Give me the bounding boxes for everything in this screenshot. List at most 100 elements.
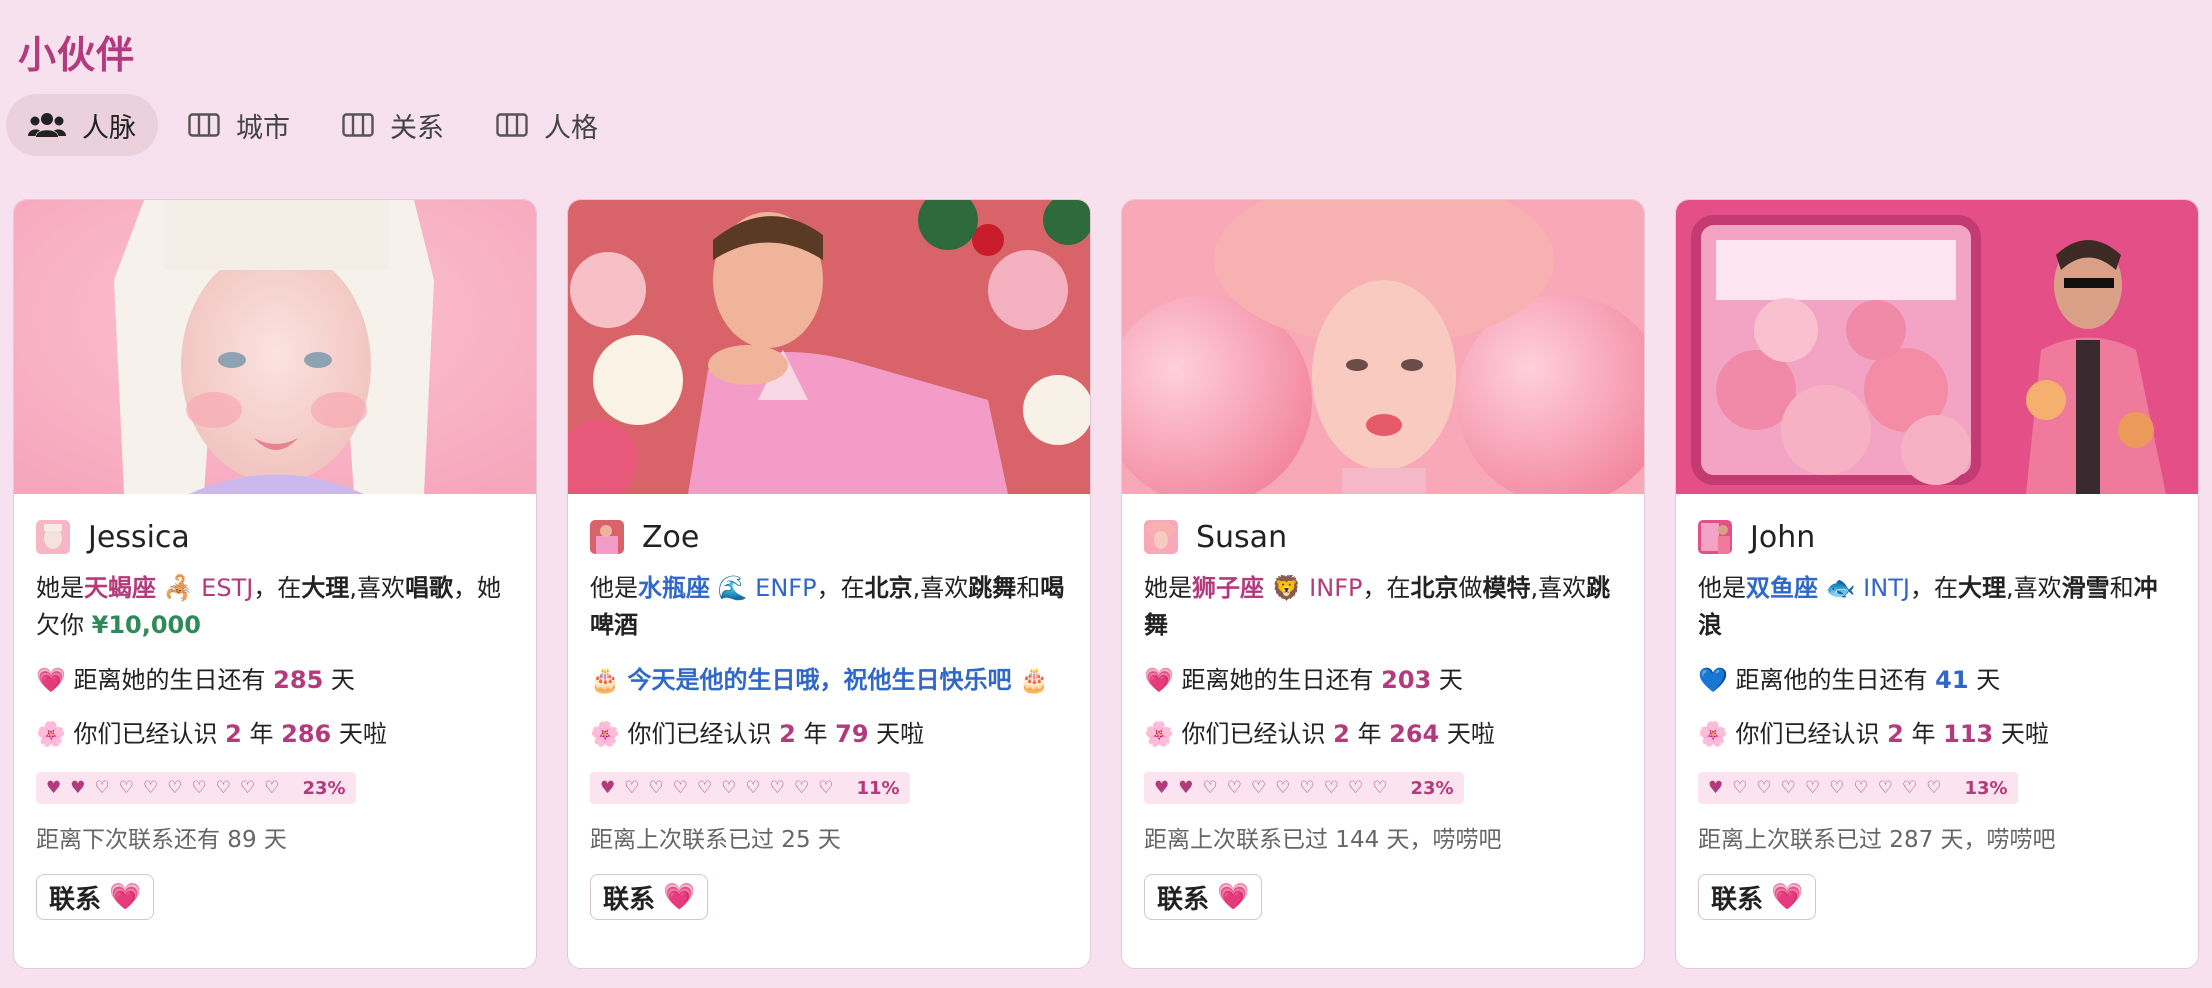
contact-button[interactable]: 联系 💗 [1698, 874, 1817, 920]
heart-outline-icon: ♡ [1251, 778, 1267, 798]
avatar [1698, 520, 1732, 554]
heart-outline-icon: ♡ [1348, 778, 1364, 798]
friend-card[interactable]: Zoe 他是水瓶座 🌊 ENFP，在北京,喜欢跳舞和喝啤酒 🎂 今天是他的生日哦… [567, 199, 1091, 969]
heart-icon: 💗 [1217, 882, 1250, 912]
heart-outline-icon: ♡ [118, 778, 134, 798]
portrait-photo [1122, 200, 1644, 494]
tab-personality[interactable]: 人格 [474, 94, 620, 156]
friend-description: 她是天蝎座 🦂 ESTJ，在大理,喜欢唱歌，她欠你 ¥10,000 [36, 574, 501, 639]
heart-outline-icon: ♡ [1202, 778, 1218, 798]
intimacy-meter: ♥ ♥ ♡ ♡ ♡ ♡ ♡ ♡ ♡ ♡ 23% [36, 772, 356, 804]
known-duration: 🌸 你们已经认识 2 年 113 天啦 [1698, 720, 2049, 748]
contact-button[interactable]: 联系 💗 [1144, 874, 1263, 920]
heart-filled-icon: ♥ [1154, 778, 1170, 798]
columns-icon [496, 112, 528, 138]
heart-outline-icon: ♡ [1926, 778, 1942, 798]
intimacy-percent: 23% [302, 777, 346, 799]
friend-name: Susan [1196, 519, 1288, 555]
known-duration: 🌸 你们已经认识 2 年 264 天啦 [1144, 720, 1495, 748]
avatar [36, 520, 70, 554]
portrait-photo [568, 200, 1090, 494]
heart-outline-icon: ♡ [143, 778, 159, 798]
intimacy-meter: ♥ ♡ ♡ ♡ ♡ ♡ ♡ ♡ ♡ ♡ 11% [590, 772, 910, 804]
birthday-countdown: 💗 距离她的生日还有 285 天 [36, 666, 355, 694]
heart-outline-icon: ♡ [191, 778, 207, 798]
heart-outline-icon: ♡ [745, 778, 761, 798]
heart-outline-icon: ♡ [240, 778, 256, 798]
avatar [1144, 520, 1178, 554]
tab-label: 人脉 [82, 112, 136, 144]
people-icon [28, 112, 66, 138]
friend-name: John [1750, 519, 1816, 555]
heart-filled-icon: ♥ [1178, 778, 1194, 798]
birthday-countdown: 💙 距离他的生日还有 41 天 [1698, 666, 2001, 694]
heart-filled-icon: ♥ [46, 778, 62, 798]
page-title: 小伙伴 [18, 33, 136, 77]
friend-name: Zoe [642, 519, 700, 555]
contact-button[interactable]: 联系 💗 [36, 874, 155, 920]
tab-label: 关系 [390, 112, 444, 144]
tab-relationship[interactable]: 关系 [320, 94, 466, 156]
heart-outline-icon: ♡ [167, 778, 183, 798]
heart-filled-icon: ♥ [1708, 778, 1724, 798]
intimacy-meter: ♥ ♥ ♡ ♡ ♡ ♡ ♡ ♡ ♡ ♡ 23% [1144, 772, 1464, 804]
heart-icon: 💗 [109, 882, 142, 912]
friend-description: 她是狮子座 🦁 INFP，在北京做模特,喜欢跳舞 [1144, 574, 1611, 639]
heart-icon: 💗 [663, 882, 696, 912]
columns-icon [188, 112, 220, 138]
heart-outline-icon: ♡ [1877, 778, 1893, 798]
heart-outline-icon: ♡ [697, 778, 713, 798]
contact-note: 距离上次联系已过 25 天 [590, 827, 841, 853]
heart-icon: 💗 [1771, 882, 1804, 912]
tab-label: 城市 [236, 112, 290, 144]
friend-card[interactable]: Susan 她是狮子座 🦁 INFP，在北京做模特,喜欢跳舞 💗 距离她的生日还… [1121, 199, 1645, 969]
known-duration: 🌸 你们已经认识 2 年 79 天啦 [590, 720, 925, 748]
heart-outline-icon: ♡ [1732, 778, 1748, 798]
heart-outline-icon: ♡ [818, 778, 834, 798]
heart-outline-icon: ♡ [794, 778, 810, 798]
portrait-photo [14, 200, 536, 494]
heart-outline-icon: ♡ [648, 778, 664, 798]
heart-outline-icon: ♡ [1226, 778, 1242, 798]
heart-outline-icon: ♡ [1780, 778, 1796, 798]
friend-card[interactable]: Jessica 她是天蝎座 🦂 ESTJ，在大理,喜欢唱歌，她欠你 ¥10,00… [13, 199, 537, 969]
intimacy-percent: 23% [1410, 777, 1454, 799]
heart-outline-icon: ♡ [1323, 778, 1339, 798]
heart-filled-icon: ♥ [70, 778, 86, 798]
intimacy-percent: 11% [856, 777, 900, 799]
friend-name: Jessica [88, 519, 190, 555]
contact-note: 距离上次联系已过 144 天，唠唠吧 [1144, 827, 1502, 853]
heart-outline-icon: ♡ [672, 778, 688, 798]
friend-description: 他是水瓶座 🌊 ENFP，在北京,喜欢跳舞和喝啤酒 [590, 574, 1065, 639]
heart-outline-icon: ♡ [1275, 778, 1291, 798]
contact-button[interactable]: 联系 💗 [590, 874, 709, 920]
heart-outline-icon: ♡ [1902, 778, 1918, 798]
heart-outline-icon: ♡ [624, 778, 640, 798]
portrait-photo [1676, 200, 2198, 494]
heart-outline-icon: ♡ [1372, 778, 1388, 798]
intimacy-meter: ♥ ♡ ♡ ♡ ♡ ♡ ♡ ♡ ♡ ♡ 13% [1698, 772, 2018, 804]
known-duration: 🌸 你们已经认识 2 年 286 天啦 [36, 720, 387, 748]
tab-people[interactable]: 人脉 [6, 94, 158, 156]
contact-note: 距离上次联系已过 287 天，唠唠吧 [1698, 827, 2056, 853]
heart-outline-icon: ♡ [1299, 778, 1315, 798]
friend-description: 他是双鱼座 🐟 INTJ，在大理,喜欢滑雪和冲浪 [1698, 574, 2158, 639]
heart-outline-icon: ♡ [1829, 778, 1845, 798]
birthday-countdown: 💗 距离她的生日还有 203 天 [1144, 666, 1463, 694]
friend-card[interactable]: John 他是双鱼座 🐟 INTJ，在大理,喜欢滑雪和冲浪 💙 距离他的生日还有… [1675, 199, 2199, 969]
heart-outline-icon: ♡ [1756, 778, 1772, 798]
tab-bar: 人脉 城市 关系 人格 [6, 94, 620, 156]
columns-icon [342, 112, 374, 138]
tab-city[interactable]: 城市 [166, 94, 312, 156]
heart-outline-icon: ♡ [1805, 778, 1821, 798]
heart-outline-icon: ♡ [1853, 778, 1869, 798]
birthday-today-message: 🎂 今天是他的生日哦，祝他生日快乐吧 🎂 [590, 666, 1050, 694]
intimacy-percent: 13% [1964, 777, 2008, 799]
heart-outline-icon: ♡ [769, 778, 785, 798]
heart-outline-icon: ♡ [264, 778, 280, 798]
heart-filled-icon: ♥ [600, 778, 616, 798]
contact-note: 距离下次联系还有 89 天 [36, 827, 287, 853]
heart-outline-icon: ♡ [215, 778, 231, 798]
heart-outline-icon: ♡ [94, 778, 110, 798]
tab-label: 人格 [544, 112, 598, 144]
